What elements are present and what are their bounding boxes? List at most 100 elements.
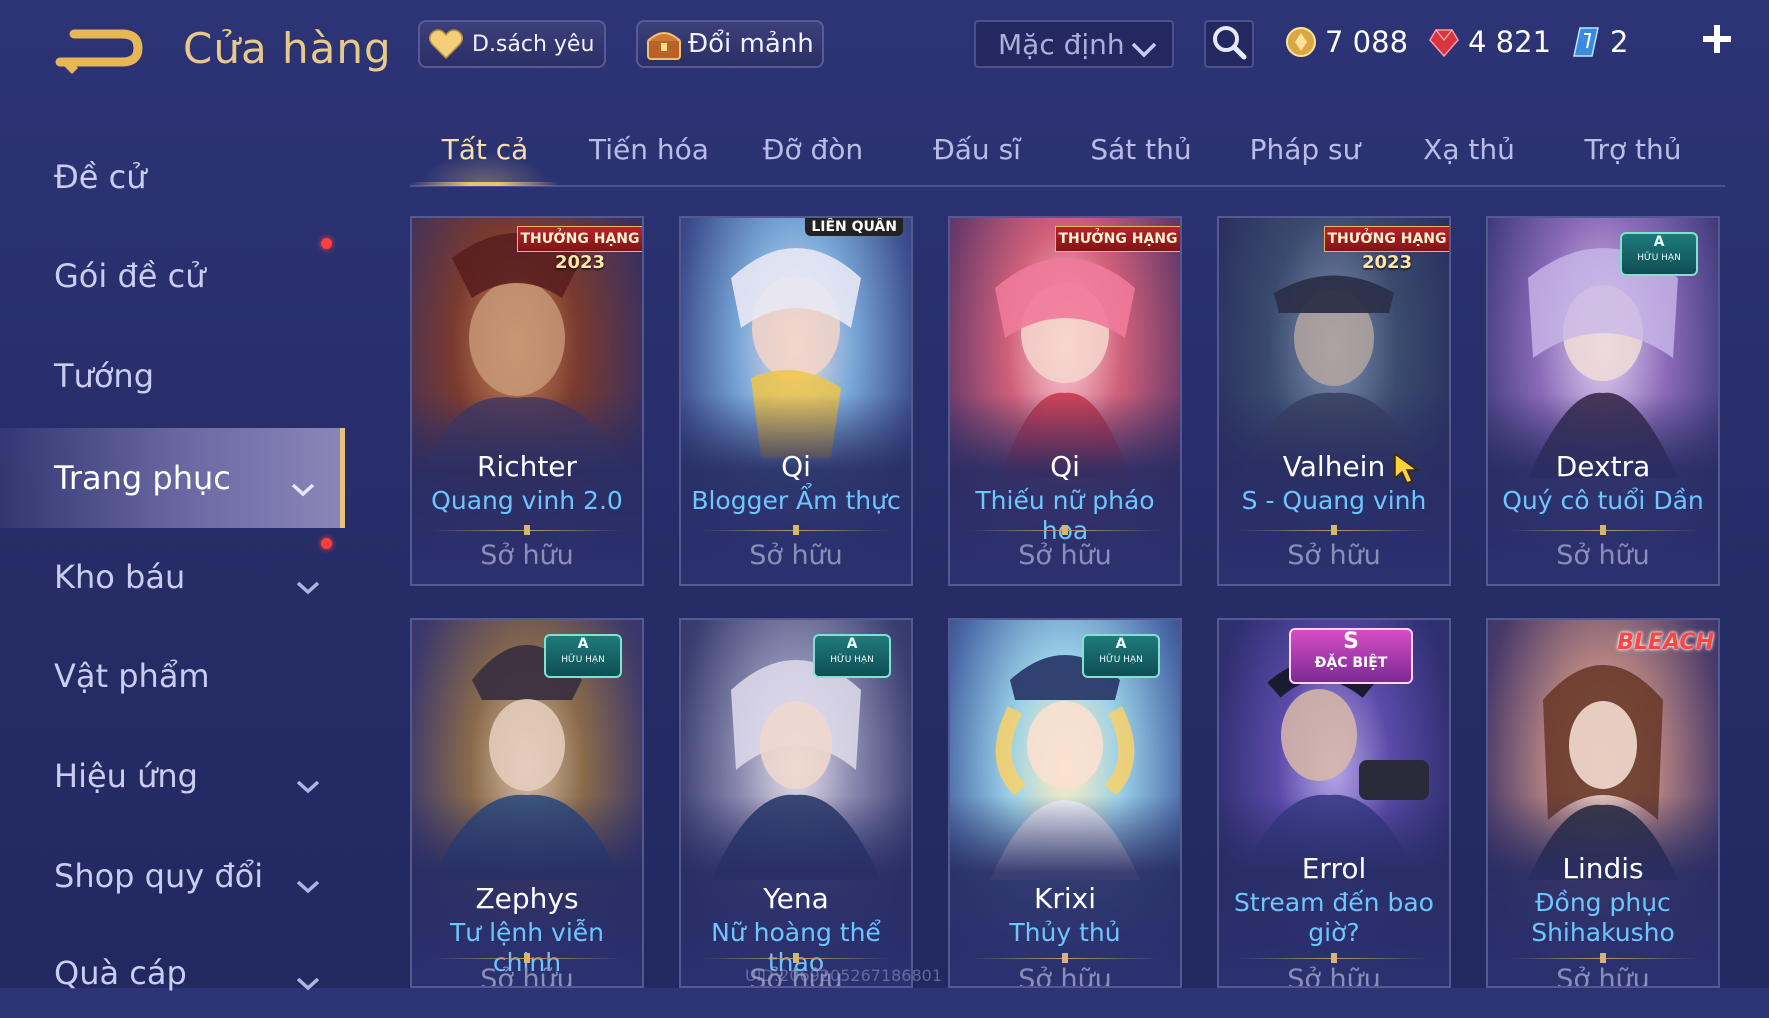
plus-icon[interactable] [1700, 22, 1734, 56]
tab-fighter[interactable]: Đấu sĩ [902, 115, 1052, 183]
tab-marksman[interactable]: Xạ thủ [1394, 115, 1544, 183]
sidebar-item-heroes[interactable]: Tướng [0, 331, 345, 421]
tab-tank[interactable]: Đỡ đòn [738, 115, 888, 183]
sidebar-item-treasure[interactable]: Kho báu [0, 532, 345, 622]
sidebar-item-label: Hiệu ứng [54, 757, 198, 795]
limited-badge: A HỮU HẠN [1082, 634, 1160, 678]
sidebar-item-items[interactable]: Vật phẩm [0, 631, 345, 721]
skin-name: Stream đến bao giờ? [1234, 888, 1434, 947]
ownership-status: Sở hữu [1556, 540, 1650, 571]
notification-dot [321, 238, 332, 249]
badge-sub: ĐẶC BIỆT [1314, 655, 1388, 671]
tab-mage[interactable]: Pháp sư [1230, 115, 1380, 183]
limited-badge: A HỮU HẠN [813, 634, 891, 678]
favorites-button[interactable]: D.sách yêu [418, 20, 606, 68]
tab-assassin[interactable]: Sát thủ [1066, 115, 1216, 183]
badge-year: 2023 [1361, 252, 1413, 273]
notification-dot [321, 538, 332, 549]
sort-dropdown[interactable]: Mặc định [974, 20, 1174, 68]
tab-label: Pháp sư [1249, 132, 1361, 166]
sidebar-item-exchange-shop[interactable]: Shop quy đổi [0, 831, 345, 921]
divider [970, 953, 1160, 963]
tab-all[interactable]: Tất cả [410, 115, 560, 186]
treasure-chest-icon [644, 24, 684, 64]
gold-currency: 7 088 [1285, 22, 1408, 62]
hero-name: Errol [1301, 852, 1367, 885]
shard-exchange-button[interactable]: Đổi mảnh [636, 20, 824, 68]
hero-name: Dextra [1555, 450, 1651, 483]
sidebar-item-label: Shop quy đổi [54, 857, 264, 895]
hero-name: Richter [476, 450, 578, 483]
chevron-down-icon [295, 765, 321, 803]
sidebar-item-skins[interactable]: Trang phục [0, 428, 345, 528]
sort-selected-value: Mặc định [998, 27, 1125, 61]
tab-label: Sát thủ [1090, 132, 1192, 166]
back-arrow-icon[interactable] [52, 22, 147, 77]
ownership-status: Sở hữu [1556, 964, 1650, 988]
gem-currency: 2 [1570, 22, 1628, 62]
ownership-status: Sở hữu [1287, 540, 1381, 571]
ownership-status: Sở hữu [480, 964, 574, 988]
badge-year: 2023 [554, 252, 606, 273]
rank-reward-badge: THƯỞNG HẠNG 2023 [1323, 226, 1449, 278]
hero-name: Qi [781, 450, 811, 483]
skin-card[interactable]: A HỮU HẠN Dextra Quý cô tuổi Dần Sở hữu [1486, 216, 1720, 586]
badge-letter: A [846, 636, 858, 652]
ownership-status: Sở hữu [1018, 964, 1112, 988]
tab-label: Tất cả [441, 132, 529, 166]
sidebar-item-label: Trang phục [54, 459, 231, 497]
skin-name: Đồng phục Shihakusho [1531, 888, 1675, 947]
tab-label: Đỡ đòn [762, 132, 864, 166]
badge-sub: HỮU HẠN [1637, 253, 1681, 263]
skin-card[interactable]: THƯỞNG HẠNG Qi Thiếu nữ pháo hoa Sở hữu [948, 216, 1182, 586]
badge-sub: HỮU HẠN [1099, 655, 1143, 665]
chevron-down-icon [1130, 34, 1158, 67]
ruby-icon [1428, 26, 1460, 58]
skin-card[interactable]: THƯỞNG HẠNG 2023 Richter Quang vinh 2.0 … [410, 216, 644, 586]
gem-icon [1570, 26, 1602, 58]
badge-sub: HỮU HẠN [561, 655, 605, 665]
sidebar-item-effects[interactable]: Hiệu ứng [0, 731, 345, 821]
limited-badge: A HỮU HẠN [1620, 232, 1698, 276]
search-button[interactable] [1204, 20, 1254, 68]
hero-name: Qi [1050, 450, 1080, 483]
sidebar-item-label: Quà cáp [54, 954, 187, 992]
lien-quan-badge: LIÊN QUÂN [805, 218, 903, 236]
divider [701, 525, 891, 535]
bleach-collab-badge: BLEACH [1617, 630, 1714, 655]
tab-evolution[interactable]: Tiến hóa [574, 115, 724, 183]
sidebar-item-label: Kho báu [54, 558, 186, 596]
divider [1239, 525, 1429, 535]
divider [701, 953, 891, 963]
ownership-status: Sở hữu [1287, 964, 1381, 988]
sidebar-item-recommended-bundles[interactable]: Gói đề cử [0, 231, 345, 321]
badge-letter: S [1343, 629, 1359, 654]
skin-name: S - Quang vinh [1241, 486, 1427, 515]
chevron-down-icon [295, 865, 321, 903]
hero-name: Krixi [1033, 882, 1096, 915]
skin-card[interactable]: A HỮU HẠN Yena Nữ hoàng thể thao Sở hữu [679, 618, 913, 988]
divider [1508, 525, 1698, 535]
skin-card[interactable]: BLEACH Lindis Đồng phục Shihakusho Sở hữ… [1486, 618, 1720, 988]
skin-card[interactable]: LIÊN QUÂN Qi Blogger Ẩm thực Sở hữu [679, 216, 913, 586]
gold-amount: 7 088 [1325, 25, 1409, 59]
sidebar: Đề cử Gói đề cử Tướng Trang phục Kho báu… [0, 100, 348, 992]
badge-letter: A [1653, 234, 1665, 250]
shard-exchange-label: Đổi mảnh [688, 29, 814, 59]
divider [432, 953, 622, 963]
sidebar-item-recommended[interactable]: Đề cử [0, 132, 345, 222]
page-title: Cửa hàng [183, 24, 392, 73]
skin-card[interactable]: A HỮU HẠN Krixi Thủy thủ Sở hữu [948, 618, 1182, 988]
sidebar-item-label: Tướng [54, 357, 154, 395]
rank-reward-badge: THƯỞNG HẠNG [1054, 226, 1180, 278]
tab-support[interactable]: Trợ thủ [1558, 115, 1708, 183]
skin-card[interactable]: A HỮU HẠN Zephys Tư lệnh viễn chinh Sở h… [410, 618, 644, 988]
skin-name: Thiếu nữ pháo hoa [975, 486, 1155, 545]
skin-card[interactable]: THƯỞNG HẠNG 2023 Valhein S - Quang vinh … [1217, 216, 1451, 586]
sidebar-item-gifts[interactable]: Quà cáp [0, 928, 345, 1018]
sidebar-item-label: Gói đề cử [54, 257, 206, 295]
skin-name: Thủy thủ [1009, 918, 1121, 947]
gold-coin-icon [1285, 26, 1317, 58]
hero-name: Yena [763, 882, 829, 915]
skin-card[interactable]: S ĐẶC BIỆT Errol Stream đến bao giờ? Sở … [1217, 618, 1451, 988]
